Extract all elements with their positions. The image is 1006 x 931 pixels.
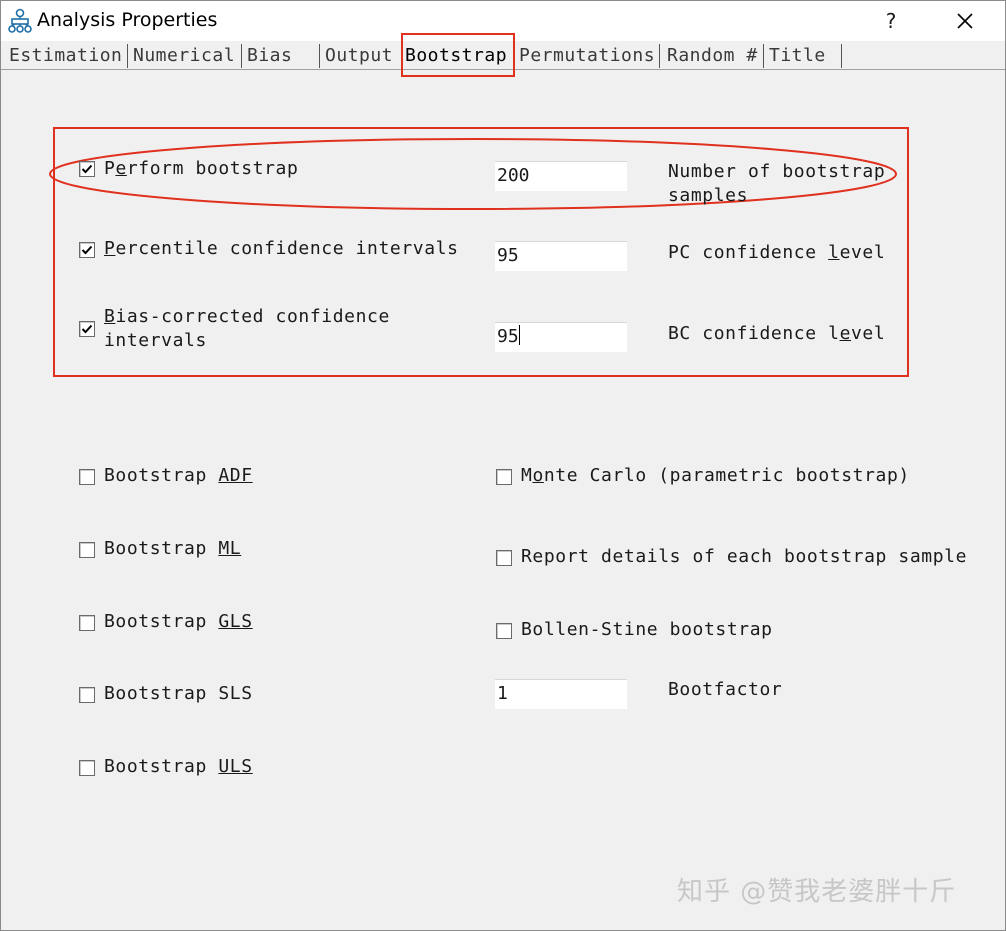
- close-icon: [957, 13, 973, 29]
- tab-highlight-box: [401, 33, 515, 77]
- tab-separator: [659, 44, 660, 68]
- report-details-label: Report details of each bootstrap sample: [521, 546, 968, 567]
- bias-corrected-ci-checkbox[interactable]: [79, 321, 95, 337]
- bootstrap-uls-label: Bootstrap ULS: [104, 756, 253, 777]
- tab-separator: [241, 44, 242, 68]
- tab-numerical[interactable]: Numerical: [133, 45, 235, 67]
- app-icon: [8, 8, 32, 33]
- monte-carlo-label: Monte Carlo (parametric bootstrap): [521, 465, 910, 486]
- tab-permutations[interactable]: Permutations: [519, 45, 655, 67]
- tab-separator: [127, 44, 128, 68]
- watermark: 知乎 @赞我老婆胖十斤: [677, 877, 957, 907]
- pc-confidence-level-label: PC confidence level: [668, 242, 886, 263]
- monte-carlo-checkbox[interactable]: [496, 469, 512, 485]
- bias-corrected-ci-label: Bias-corrected confidence intervals: [104, 306, 390, 351]
- bootstrap-sls-checkbox[interactable]: [79, 687, 95, 703]
- bootstrap-ml-checkbox[interactable]: [79, 542, 95, 558]
- bootstrap-gls-checkbox[interactable]: [79, 615, 95, 631]
- analysis-properties-window: Analysis Properties ? Estimation Numeric…: [0, 0, 1006, 931]
- tab-separator: [763, 44, 764, 68]
- bc-confidence-level-input[interactable]: 95: [495, 322, 627, 352]
- checkmark-icon: [81, 245, 93, 255]
- window-title: Analysis Properties: [37, 9, 218, 31]
- bootstrap-samples-label: Number of bootstrap samples: [668, 161, 886, 206]
- percentile-ci-checkbox[interactable]: [79, 242, 95, 258]
- checkmark-icon: [81, 164, 93, 174]
- bootstrap-sls-label: Bootstrap SLS: [104, 683, 253, 704]
- bootstrap-uls-checkbox[interactable]: [79, 760, 95, 776]
- tab-separator: [841, 44, 842, 68]
- text-cursor: [518, 325, 520, 345]
- checkmark-icon: [81, 324, 93, 334]
- tab-random[interactable]: Random #: [667, 45, 758, 67]
- bootfactor-input[interactable]: 1: [495, 679, 627, 709]
- help-button[interactable]: ?: [873, 5, 909, 37]
- tab-separator: [319, 44, 320, 68]
- bollen-stine-label: Bollen-Stine bootstrap: [521, 619, 773, 640]
- bootstrap-ml-label: Bootstrap ML: [104, 538, 242, 559]
- perform-bootstrap-checkbox[interactable]: [79, 161, 95, 177]
- percentile-ci-label: Percentile confidence intervals: [104, 238, 459, 259]
- pc-confidence-level-input[interactable]: 95: [495, 241, 627, 271]
- close-button[interactable]: [945, 5, 985, 37]
- bollen-stine-checkbox[interactable]: [496, 623, 512, 639]
- bootstrap-adf-checkbox[interactable]: [79, 469, 95, 485]
- tab-estimation[interactable]: Estimation: [9, 45, 122, 67]
- tab-title[interactable]: Title: [769, 45, 826, 67]
- bootstrap-adf-label: Bootstrap ADF: [104, 465, 253, 486]
- bootstrap-samples-input[interactable]: 200: [495, 161, 627, 191]
- bootfactor-label: Bootfactor: [668, 679, 783, 700]
- report-details-checkbox[interactable]: [496, 550, 512, 566]
- perform-bootstrap-label: Perform bootstrap: [104, 158, 299, 179]
- bootstrap-gls-label: Bootstrap GLS: [104, 611, 253, 632]
- bc-confidence-level-label: BC confidence level: [668, 323, 886, 344]
- tab-output[interactable]: Output: [325, 45, 393, 67]
- tab-bias[interactable]: Bias: [247, 45, 292, 67]
